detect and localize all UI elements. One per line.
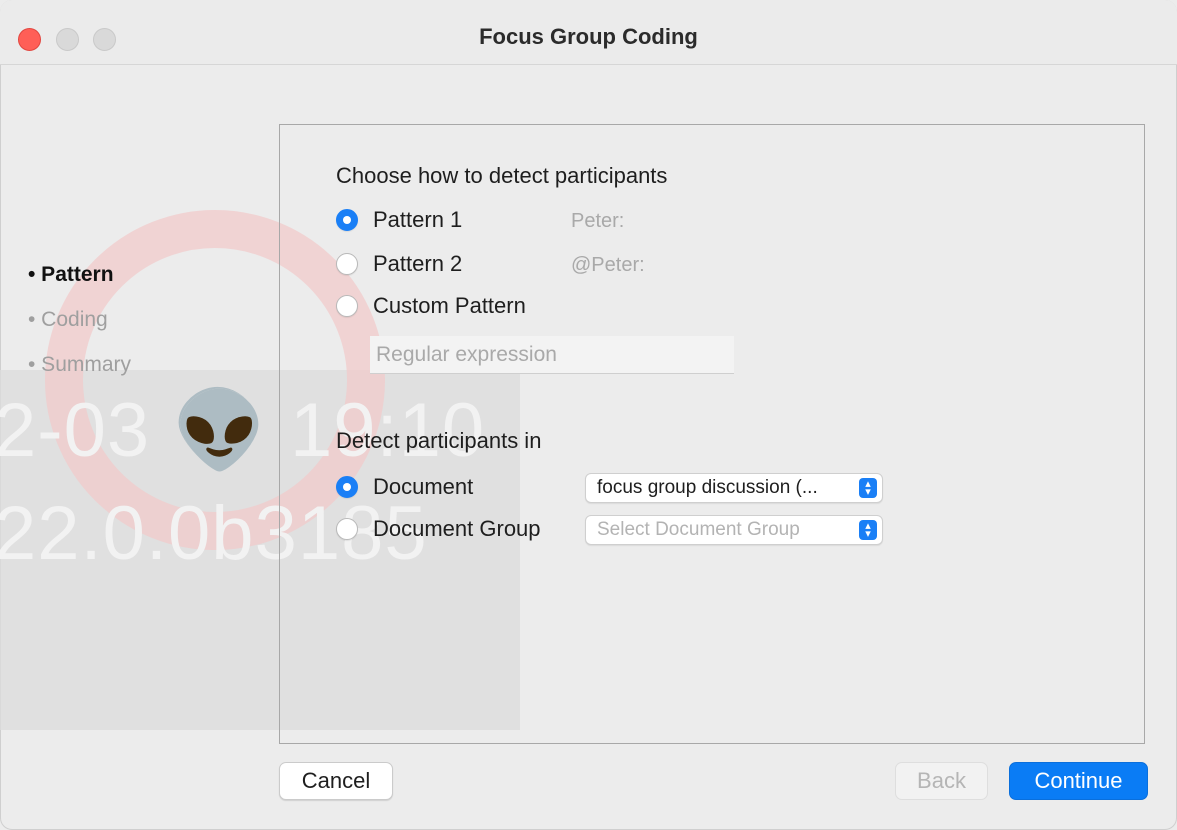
custom-pattern-label: Custom Pattern: [373, 293, 526, 318]
step-pattern: • Pattern: [28, 263, 114, 286]
pattern-2-radio[interactable]: [336, 253, 358, 275]
continue-button[interactable]: Continue: [1009, 762, 1148, 800]
step-summary: • Summary: [28, 353, 132, 376]
document-group-select[interactable]: Select Document Group ▴ ▾: [585, 515, 883, 545]
pattern-1-option[interactable]: Pattern 1: [336, 205, 462, 235]
chevron-up-down-icon: ▴ ▾: [859, 478, 877, 498]
dialog-window: Focus Group Coding 2-03 👽 19:10 22.0.0b3…: [0, 0, 1177, 830]
document-select-value: focus group discussion (...: [597, 477, 818, 498]
custom-pattern-option[interactable]: Custom Pattern: [336, 291, 526, 321]
detect-pattern-heading: Choose how to detect participants: [336, 163, 668, 188]
pattern-1-label: Pattern 1: [373, 207, 463, 232]
document-group-radio[interactable]: [336, 518, 358, 540]
pattern-2-example: @Peter:: [571, 254, 645, 276]
pattern-1-example: Peter:: [571, 210, 625, 232]
pattern-2-label: Pattern 2: [373, 251, 463, 276]
back-button[interactable]: Back: [895, 762, 988, 800]
title-bar: Focus Group Coding: [0, 0, 1177, 65]
document-select[interactable]: focus group discussion (... ▴ ▾: [585, 473, 883, 503]
document-radio[interactable]: [336, 476, 358, 498]
pattern-1-radio[interactable]: [336, 209, 358, 231]
document-label: Document: [373, 474, 474, 499]
wizard-steps: • Pattern • Coding • Summary: [28, 252, 131, 387]
regular-expression-input[interactable]: [370, 336, 734, 374]
document-group-option[interactable]: Document Group: [336, 514, 541, 544]
document-group-label: Document Group: [373, 516, 541, 541]
chevron-up-down-icon: ▴ ▾: [859, 520, 877, 540]
document-group-select-value: Select Document Group: [597, 519, 800, 540]
cancel-button[interactable]: Cancel: [279, 762, 393, 800]
document-option[interactable]: Document: [336, 472, 473, 502]
pattern-2-option[interactable]: Pattern 2: [336, 249, 462, 279]
custom-pattern-radio[interactable]: [336, 295, 358, 317]
window-title: Focus Group Coding: [479, 24, 698, 49]
step-coding: • Coding: [28, 308, 108, 331]
detect-in-heading: Detect participants in: [336, 428, 542, 453]
